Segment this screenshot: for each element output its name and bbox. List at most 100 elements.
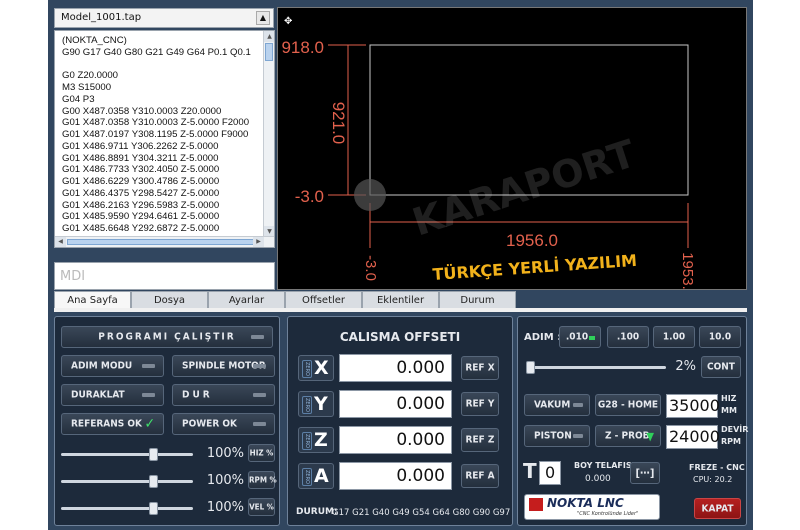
vel-override-button[interactable]: VEL %	[248, 498, 275, 516]
jog-panel: ADIM : .010 .100 1.00 10.0 2% CONT VAKUM…	[517, 316, 749, 526]
close-button[interactable]: KAPAT	[694, 498, 741, 519]
gcode-line: G01 X485.6648 Y292.6872 Z-5.0000	[62, 223, 220, 234]
tab-durum[interactable]: Durum	[439, 291, 516, 309]
dim-left-label: 921.0	[329, 102, 348, 145]
zero-tag: ZERO	[302, 396, 312, 414]
tab-bar: Ana Sayfa Dosya Ayarlar Offsetler Eklentiler…	[54, 291, 516, 309]
mdi-input[interactable]: MDI	[54, 262, 275, 290]
power-ok-button[interactable]: POWER OK	[172, 413, 275, 435]
file-name: Model_1001.tap	[61, 12, 142, 23]
tab-offsetler[interactable]: Offsetler	[285, 291, 362, 309]
vel-percent: 100%	[206, 500, 244, 515]
reference-ok-label: REFERANS OK	[71, 418, 143, 430]
zero-x-button[interactable]: ZERO X	[298, 355, 334, 381]
horizontal-scrollbar[interactable]: ◀ ▶	[55, 236, 274, 247]
z-probe-label: Z - PROB	[605, 430, 650, 442]
rpm-override-row: 100% RPM %	[61, 471, 277, 491]
gcode-line: G01 X486.8891 Y304.3211 Z-5.0000	[62, 152, 219, 164]
chevron-down-icon[interactable]: ▲	[256, 11, 270, 25]
status-led	[573, 403, 583, 407]
a-offset-value: 0.000	[339, 462, 452, 490]
scroll-right-icon[interactable]: ▶	[253, 237, 264, 247]
status-led	[142, 364, 155, 368]
zero-tag: ZERO	[302, 468, 312, 486]
zero-z-button[interactable]: ZERO Z	[298, 427, 334, 453]
length-offset-value: 0.000	[585, 474, 611, 484]
reference-ok-button[interactable]: REFERANS OK ✓	[61, 413, 164, 435]
scroll-thumb[interactable]	[67, 239, 257, 245]
status-led	[253, 364, 266, 368]
tab-dosya[interactable]: Dosya	[131, 291, 208, 309]
run-program-button[interactable]: PROGRAMI ÇALIŞTIR	[61, 326, 273, 348]
scroll-up-icon[interactable]: ▲	[264, 31, 274, 42]
zero-tag: ZERO	[302, 360, 312, 378]
step-mode-button[interactable]: ADIM MODU	[61, 355, 164, 377]
zero-y-button[interactable]: ZERO Y	[298, 391, 334, 417]
rpm-slider[interactable]	[61, 480, 193, 483]
spindle-motor-button[interactable]: SPINDLE MOTOR	[172, 355, 275, 377]
modal-status: G17 G21 G40 G49 G54 G64 G80 G90 G97	[332, 508, 511, 518]
stop-button[interactable]: DUR	[172, 384, 275, 406]
gcode-line: G01 X486.7733 Y302.4050 Z-5.0000	[62, 164, 220, 176]
work-offset-title: CALISMA OFFSETI	[339, 330, 461, 344]
dim-bottom-label: 1956.0	[506, 231, 558, 250]
step-010-button[interactable]: .010	[559, 326, 601, 348]
piston-button[interactable]: PISTON	[524, 425, 590, 447]
rpm-override-button[interactable]: RPM %	[248, 471, 277, 489]
file-selector[interactable]: Model_1001.tap ▲	[54, 8, 274, 28]
step-1-button[interactable]: 1.00	[653, 326, 695, 348]
cont-button[interactable]: CONT	[701, 356, 741, 378]
dim-low-label: -3.0	[295, 187, 324, 206]
speed-value[interactable]: 35000.	[666, 394, 725, 418]
tab-eklentiler[interactable]: Eklentiler	[362, 291, 439, 309]
tab-ayarlar[interactable]: Ayarlar	[208, 291, 285, 309]
jog-slider[interactable]	[526, 366, 666, 369]
dim-bottom-right-label: 1953.	[679, 252, 696, 290]
ref-z-button[interactable]: REF Z	[461, 428, 499, 452]
status-led	[573, 434, 583, 438]
vel-override-row: 100% VEL %	[61, 498, 275, 518]
scroll-left-icon[interactable]: ◀	[55, 237, 66, 247]
tool-measure-button[interactable]: [⋯]	[630, 462, 660, 484]
target-icon: [⋯]	[635, 466, 655, 480]
ref-a-button[interactable]: REF A	[461, 464, 499, 488]
ref-y-label: REF Y	[465, 398, 495, 410]
gcode-line: G01 X486.4375 Y298.5427 Z-5.0000	[62, 187, 220, 199]
move-cursor-icon: ✥	[284, 16, 292, 27]
gcode-line	[62, 59, 262, 71]
feed-slider[interactable]	[61, 453, 193, 456]
watermark: KARAPORT	[407, 131, 641, 244]
tool-number[interactable]: 0	[539, 461, 561, 485]
rpm-unit-label: DEVİR	[721, 425, 749, 434]
rpm-slider-knob[interactable]	[149, 475, 158, 488]
gcode-line: G00 X487.0358 Y310.0003 Z20.0000	[62, 105, 222, 117]
gcode-line: G01 X487.0197 Y308.1195 Z-5.0000 F9000	[62, 129, 249, 140]
gcode-line: G01 X486.9711 Y306.2262 Z-5.0000	[62, 140, 219, 152]
pause-button[interactable]: DURAKLAT	[61, 384, 164, 406]
step-10-button[interactable]: 10.0	[699, 326, 741, 348]
logo-mark-icon	[529, 498, 543, 511]
gcode-editor[interactable]: (NOKTA_CNC) G90 G17 G40 G80 G21 G49 G64 P…	[54, 30, 275, 248]
jog-slider-knob[interactable]	[526, 361, 535, 374]
scroll-thumb[interactable]	[265, 43, 273, 61]
step-100-button[interactable]: .100	[607, 326, 649, 348]
zero-a-button[interactable]: ZERO A	[298, 463, 334, 489]
toolpath-viewport[interactable]: ✥ 918.0 921.0 -3.0 1956.0 -3.0 1953. KAR…	[277, 7, 747, 290]
z-probe-button[interactable]: Z - PROB ▼	[595, 425, 661, 447]
ref-y-button[interactable]: REF Y	[461, 392, 499, 416]
gcode-line: (NOKTA_CNC)	[62, 35, 127, 46]
vacuum-button[interactable]: VAKUM	[524, 394, 590, 416]
ref-x-button[interactable]: REF X	[461, 356, 499, 380]
feed-slider-knob[interactable]	[149, 448, 158, 461]
feed-override-button[interactable]: HIZ %	[248, 444, 275, 462]
tab-ana-sayfa[interactable]: Ana Sayfa	[54, 291, 131, 309]
pause-label: DURAKLAT	[71, 389, 125, 401]
vertical-scrollbar[interactable]: ▲ ▼	[263, 31, 274, 237]
check-icon: ✓	[144, 416, 155, 432]
rpm-value[interactable]: 24000	[666, 425, 720, 449]
vel-slider[interactable]	[61, 507, 193, 510]
vel-slider-knob[interactable]	[149, 502, 158, 515]
status-led	[142, 393, 155, 397]
g28-home-button[interactable]: G28 - HOME	[595, 394, 661, 416]
toolpath-canvas: ✥ 918.0 921.0 -3.0 1956.0 -3.0 1953. KAR…	[281, 16, 696, 290]
